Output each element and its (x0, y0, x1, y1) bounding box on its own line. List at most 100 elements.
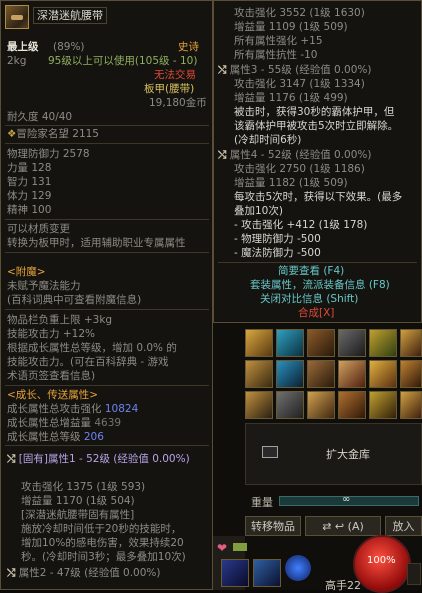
sort-icon: ⇄ ↩ (322, 520, 345, 533)
compose-link[interactable]: 合成[X] (298, 307, 334, 320)
attr-line: 增益量 1182 (1级 509) (234, 177, 348, 189)
inventory-slot[interactable] (276, 329, 304, 357)
weight-label: 2kg (7, 55, 27, 67)
material-change: 可以材质变更 (7, 223, 70, 235)
attr-line: 被击时，获得30秒的霸体护甲，但 (234, 106, 395, 118)
mp-orb (285, 555, 311, 581)
fixed-attr-name: [深潜迷航腰带固有属性] (21, 509, 135, 521)
stat-line: 精神 100 (7, 204, 52, 216)
attr-line: 攻击强化 3147 (1级 1334) (234, 78, 365, 90)
item-type: 板甲(腰带) (144, 83, 195, 95)
enchant-title: <附魔> (7, 266, 46, 278)
stat-line: 物理防御力 2578 (7, 148, 90, 160)
trade-label: 无法交易 (154, 69, 196, 81)
attr-line: - 魔法防御力 -500 (234, 247, 321, 259)
fixed-attr-line: 攻击强化 1375 (1级 593) (21, 481, 146, 493)
inventory-slot[interactable] (245, 329, 273, 357)
box-icon (262, 446, 278, 458)
attr2-title: ⤭ 属性2 - 47级 (经验值 0.00%) (7, 567, 161, 579)
inventory-slot[interactable] (276, 391, 304, 419)
attr-line: 所有属性抗性 -10 (234, 49, 318, 61)
swap-icon: ⤭ (7, 567, 16, 579)
inventory-slot[interactable] (307, 391, 335, 419)
inventory-slot[interactable] (276, 360, 304, 388)
fixed-attr-desc: 施放冷却时间低于20秒的技能时， (21, 523, 182, 535)
fixed-attr-title: ⤭ [固有]属性1 - 52级 (经验值 0.00%) (7, 453, 190, 465)
expand-warehouse-label: 扩大金库 (326, 448, 370, 461)
max-level-label: 最上级 (7, 41, 39, 53)
stat-line: 体力 129 (7, 190, 52, 202)
inventory-slot[interactable] (245, 360, 273, 388)
fixed-attr-desc: 增加10%的感电伤害，效果持续20 (21, 537, 184, 549)
attr-line: 攻击强化 3552 (1级 1630) (234, 7, 365, 19)
swap-icon: ⤭ (218, 64, 227, 76)
inventory-slot[interactable] (307, 329, 335, 357)
swap-icon: ⤭ (7, 453, 16, 465)
skill-slot[interactable] (253, 559, 281, 587)
attr-line: 每攻击5次时，获得以下效果。(最多 (234, 191, 403, 203)
adventure-fame: ❖冒险家名望 2115 (7, 128, 99, 140)
growth-line: 成长属性总增益量 4639 (7, 417, 122, 429)
skill-line: 技能攻击力 +12% (7, 328, 95, 340)
put-in-button[interactable]: 放入 (385, 516, 422, 536)
inventory-slot[interactable] (338, 360, 366, 388)
master-label: 高手22 (325, 579, 361, 592)
hp-orb: 100% (353, 535, 411, 593)
stat-line: 智力 131 (7, 176, 52, 188)
sort-button[interactable]: ⇄ ↩ (A) (305, 516, 381, 536)
swap-icon: ⤭ (218, 149, 227, 161)
inventory-slot[interactable] (307, 360, 335, 388)
usable-level: 95级以上可以使用(105级 - 10) (48, 55, 198, 67)
attr-line: 该霸体护甲被攻击5次时立即解除。 (234, 120, 399, 132)
growth-line: 成长属性总攻击强化 10824 (7, 403, 139, 415)
set-info-link[interactable]: 套装属性，流派装备信息 (F8) (250, 279, 390, 292)
durability: 耐久度 40/40 (7, 111, 73, 123)
material-desc: 转换为板甲时，适用辅助职业专属属性 (7, 237, 186, 249)
inventory-slot[interactable] (338, 391, 366, 419)
attr-line: - 攻击强化 +412 (1级 178) (234, 219, 368, 231)
hp-value: 100% (367, 555, 396, 566)
attr-line: 叠加10次) (234, 205, 283, 217)
inventory-slot[interactable] (400, 360, 422, 388)
attr-line: (冷却时间6秒) (234, 134, 302, 146)
item-name: 深潜迷航腰带 (33, 7, 107, 24)
attr-line: 所有属性强化 +15 (234, 35, 323, 47)
brief-view-link[interactable]: 简要查看 (F4) (278, 265, 344, 278)
growth-line: 成长属性总等级 206 (7, 431, 104, 443)
item-tooltip-continued: 攻击强化 3552 (1级 1630) 增益量 1109 (1级 509) 所有… (213, 0, 422, 323)
transfer-items-button[interactable]: 转移物品 (245, 516, 301, 536)
attr3-title: ⤭ 属性3 - 55级 (经验值 0.00%) (218, 64, 372, 76)
belt-item-icon (5, 5, 29, 29)
expand-warehouse-area[interactable]: 扩大金库 (245, 423, 422, 485)
skill-slot[interactable] (221, 559, 249, 587)
fixed-attr-desc: 秒。(冷却时间3秒；最多叠加10次) (21, 551, 186, 563)
weight-bar: ∞ (279, 494, 419, 506)
attr-line: 攻击强化 2750 (1级 1186) (234, 163, 365, 175)
inventory-slot[interactable] (369, 360, 397, 388)
stat-line: 力量 128 (7, 162, 52, 174)
close-compare-link[interactable]: 关闭对比信息 (Shift) (260, 293, 358, 306)
enchant-none: 未赋予魔法能力 (7, 280, 81, 292)
inventory-slot[interactable] (400, 391, 422, 419)
attr4-title: ⤭ 属性4 - 52级 (经验值 0.00%) (218, 149, 372, 161)
inventory-slot[interactable] (338, 329, 366, 357)
attr-line: 增益量 1109 (1级 509) (234, 21, 348, 33)
buff-icon (233, 543, 247, 551)
inventory-slot[interactable] (369, 329, 397, 357)
inventory-slot[interactable] (400, 329, 422, 357)
skill-line: 技能攻击力。(可在百科辞典 - 游戏 (7, 356, 169, 368)
attr-line: 增益量 1176 (1级 499) (234, 92, 348, 104)
growth-title: <成长、传送属性> (7, 389, 99, 401)
rarity-label: 史诗 (178, 41, 199, 53)
fame-icon: ❖ (7, 128, 17, 140)
inventory-slot[interactable] (245, 391, 273, 419)
skill-line: 根据成长属性总等级，增加 0.0% 的 (7, 342, 177, 354)
hud-right-edge (407, 563, 421, 585)
item-tooltip: 深潜迷航腰带 最上级 (89%) 史诗 2kg 95级以上可以使用(105级 -… (0, 0, 213, 590)
inventory-slot[interactable] (369, 391, 397, 419)
heart-icon: ❤ (217, 541, 228, 555)
skill-line: 术语页签查看信息) (7, 370, 96, 382)
weight-label: 重量 (251, 496, 273, 509)
item-price: 19,180金币 (149, 97, 207, 109)
skill-line: 物品栏负重上限 +3kg (7, 314, 113, 326)
